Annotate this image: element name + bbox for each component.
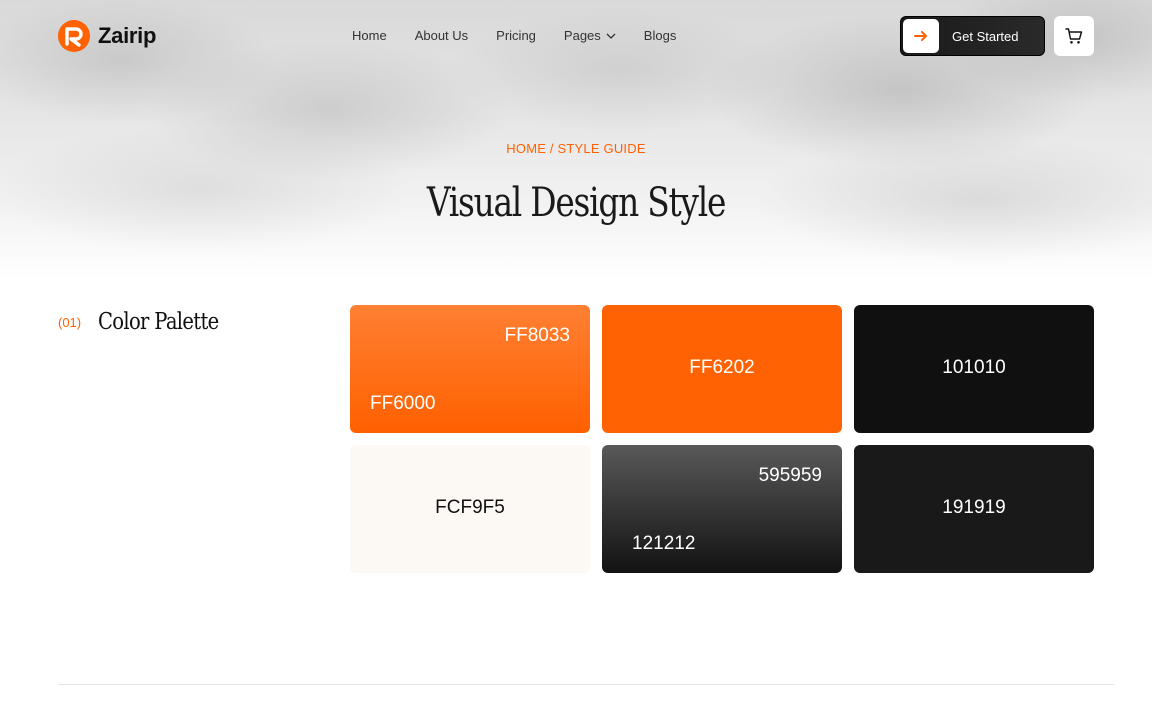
nav-about-label: About Us	[414, 28, 469, 43]
section-divider	[58, 684, 1114, 685]
main-nav: Home About Us Pricing Pages Blogs	[352, 28, 676, 43]
shopping-cart-icon	[1065, 28, 1083, 44]
section-number: (01)	[58, 315, 82, 330]
color-swatch-fcf9f5: FCF9F5	[350, 445, 590, 573]
get-started-label: Get Started	[952, 28, 1019, 44]
nav-pages[interactable]: Pages	[564, 28, 616, 43]
swatch-bottom-code: 121212	[632, 533, 696, 554]
nav-home-label: Home	[352, 28, 387, 43]
nav-blogs[interactable]: Blogs	[644, 28, 677, 43]
color-swatch-101010: 101010	[854, 305, 1094, 433]
cta-arrow-box	[903, 19, 939, 53]
breadcrumb: HOME / STYLE GUIDE	[506, 141, 646, 156]
brand-logo[interactable]: Zairip	[58, 20, 156, 52]
swatch-code: 191919	[942, 497, 1006, 518]
color-swatch-ff6202: FF6202	[602, 305, 842, 433]
swatch-code: 101010	[942, 357, 1006, 378]
nav-pages-label: Pages	[563, 28, 601, 43]
nav-about-us[interactable]: About Us	[415, 28, 468, 43]
swatch-code: FCF9F5	[435, 497, 505, 518]
color-swatch-191919: 191919	[854, 445, 1094, 573]
nav-blogs-label: Blogs	[643, 28, 677, 43]
swatch-code: FF6202	[689, 357, 755, 378]
nav-pricing[interactable]: Pricing	[496, 28, 536, 43]
swatch-top-code: FF8033	[504, 325, 570, 346]
nav-home[interactable]: Home	[352, 28, 387, 43]
brand-name: Zairip	[98, 23, 157, 48]
section-title: Color Palette	[98, 309, 219, 335]
arrow-right-icon	[914, 31, 927, 41]
swatch-bottom-code: FF6000	[370, 393, 436, 414]
chevron-down-icon	[606, 33, 616, 39]
logo-icon	[58, 20, 90, 52]
nav-pricing-label: Pricing	[496, 28, 536, 43]
get-started-button[interactable]: Get Started	[900, 16, 1045, 56]
color-swatch-595959-121212: 595959 121212	[602, 445, 842, 573]
color-swatch-ff8033-ff6000: FF8033 FF6000	[350, 305, 590, 433]
swatch-top-code: 595959	[758, 465, 822, 486]
page-title: Visual Design Style	[426, 180, 727, 226]
cart-button[interactable]	[1054, 16, 1094, 56]
